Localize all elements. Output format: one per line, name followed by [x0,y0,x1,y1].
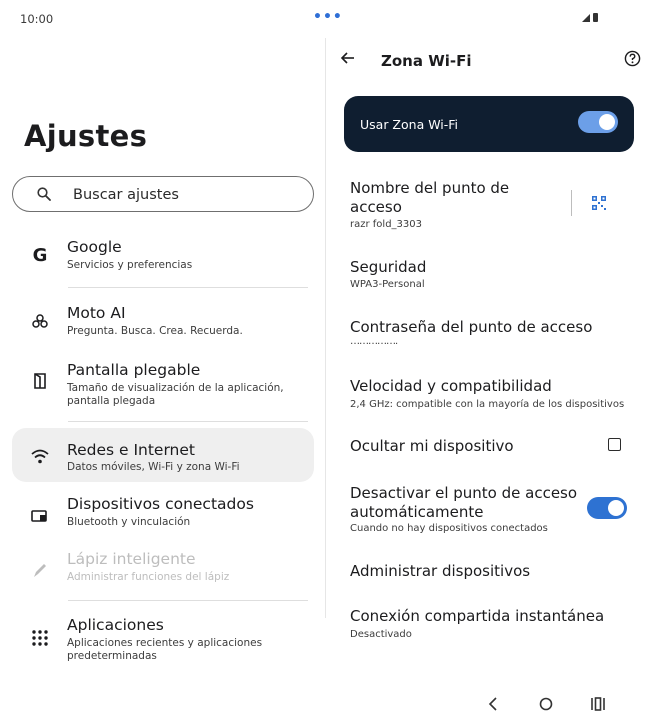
battery-icon [593,13,598,22]
settings-item-title: Redes e Internet [67,441,195,459]
nav-home-icon[interactable] [536,694,556,714]
settings-item-title: Dispositivos conectados [67,495,254,513]
hide-device-title: Ocultar mi dispositivo [350,437,514,455]
qr-code-icon[interactable] [592,196,606,210]
instant-tethering-title: Conexión compartida instantánea [350,607,605,625]
toggle-knob [608,500,624,516]
settings-item-subtitle: Tamaño de visualización de la aplicación… [67,382,284,407]
hotspot-name-title: Nombre del punto de acceso [350,179,510,216]
settings-item-google[interactable]: G Google Servicios y preferencias [12,230,314,282]
search-placeholder: Buscar ajustes [73,187,179,203]
status-dots-icon: ••• [313,9,343,25]
settings-item-title: Pantalla plegable [67,361,201,379]
divider [68,287,308,288]
use-hotspot-label: Usar Zona Wi-Fi [360,117,459,132]
page-title: Ajustes [24,119,148,153]
nav-recents-icon[interactable] [588,694,608,714]
use-hotspot-toggle[interactable] [578,111,618,133]
use-hotspot-switch-bar[interactable]: Usar Zona Wi-Fi [344,96,634,152]
wifi-icon [31,449,49,464]
apps-grid-icon [32,630,48,646]
status-bar: 10:00 ••• [0,0,652,38]
hotspot-title: Zona Wi-Fi [381,52,472,70]
password-title: Contraseña del punto de acceso [350,318,593,336]
toggle-knob [599,114,615,130]
divider [68,600,308,601]
instant-tethering-value: Desactivado [350,629,412,640]
manage-devices-title: Administrar dispositivos [350,562,531,580]
moto-ai-icon [32,314,48,328]
settings-item-connected-devices[interactable]: Dispositivos conectados Bluetooth y vinc… [12,492,314,538]
foldable-icon [34,373,46,389]
auto-off-title: Desactivar el punto de acceso automática… [350,484,578,521]
status-time: 10:00 [20,12,54,26]
back-arrow-icon[interactable] [340,50,356,66]
settings-item-subtitle: Servicios y preferencias [67,259,193,271]
settings-item-title: Google [67,238,122,256]
divider [571,190,572,216]
nav-back-icon[interactable] [484,694,504,714]
speed-compat-title: Velocidad y compatibilidad [350,377,552,395]
settings-item-subtitle: Bluetooth y vinculación [67,516,191,528]
hotspot-name-value: razr fold_3303 [350,219,422,230]
settings-item-subtitle: Pregunta. Busca. Crea. Recuerda. [67,325,243,337]
security-value: WPA3-Personal [350,279,425,290]
settings-item-network[interactable]: Redes e Internet Datos móviles, Wi-Fi y … [12,428,314,482]
connected-devices-icon [31,510,47,522]
help-icon[interactable] [624,50,641,67]
auto-off-toggle[interactable] [587,497,627,519]
security-title: Seguridad [350,258,427,276]
search-input[interactable]: Buscar ajustes [12,176,314,212]
pen-icon [34,564,46,577]
settings-item-subtitle: Aplicaciones recientes y aplicaciones pr… [67,637,263,662]
signal-icon [582,14,590,22]
google-icon: G [32,244,48,266]
settings-item-subtitle: Administrar funciones del lápiz [67,571,230,583]
settings-item-apps[interactable]: Aplicaciones Aplicaciones recientes y ap… [12,612,314,668]
settings-pane: Ajustes Buscar ajustes G Google Servicio… [0,38,326,688]
auto-off-subtitle: Cuando no hay dispositivos conectados [350,523,548,534]
password-value: ……………. [350,336,398,347]
settings-item-title: Moto AI [67,304,126,322]
hotspot-pane: Zona Wi-Fi Usar Zona Wi-Fi Nombre del pu… [326,38,652,688]
settings-item-foldable[interactable]: Pantalla plegable Tamaño de visualizació… [12,354,314,410]
divider [68,421,308,422]
settings-item-smart-pen: Lápiz inteligente Administrar funciones … [12,548,314,594]
speed-compat-value: 2,4 GHz: compatible con la mayoría de lo… [350,399,625,410]
settings-item-moto-ai[interactable]: Moto AI Pregunta. Busca. Crea. Recuerda. [12,298,314,344]
search-icon [37,187,51,201]
status-icons [582,13,598,22]
settings-item-subtitle: Datos móviles, Wi-Fi y zona Wi-Fi [67,461,240,473]
hide-device-checkbox[interactable] [608,438,621,451]
settings-item-title: Aplicaciones [67,616,164,634]
settings-item-title: Lápiz inteligente [67,550,196,568]
